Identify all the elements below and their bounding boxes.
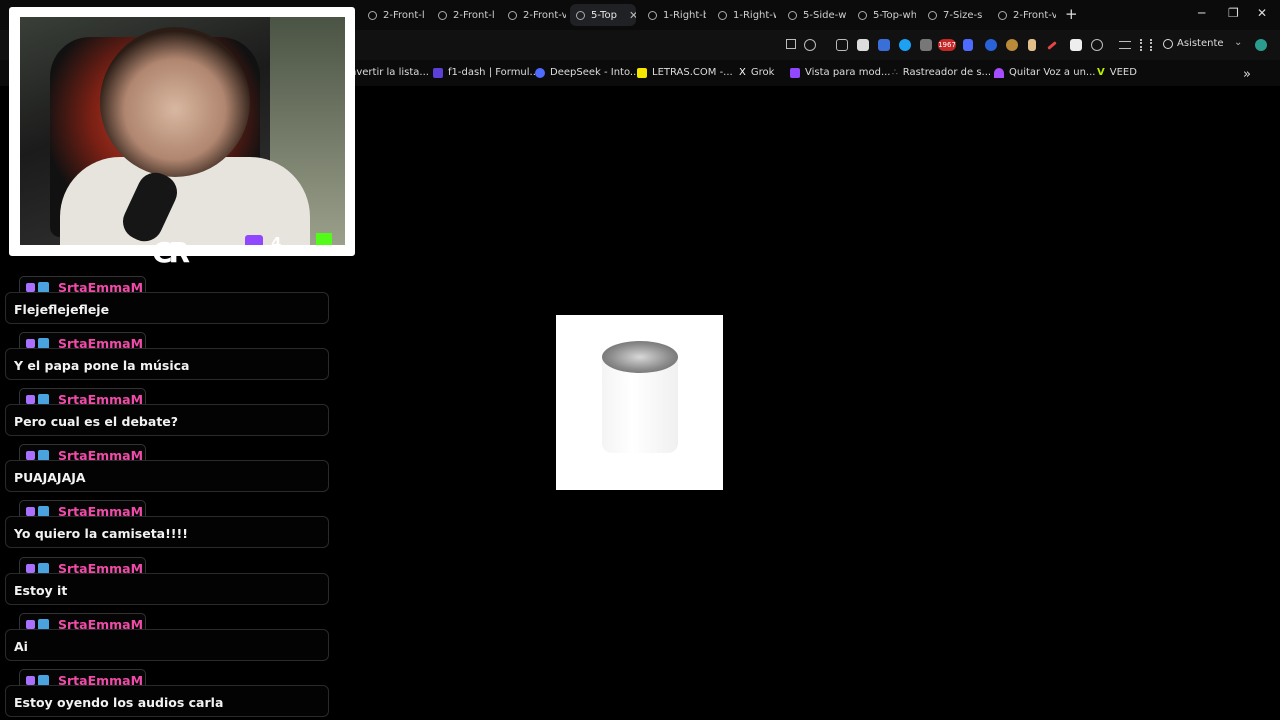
- twitch-badge-icon: [26, 338, 35, 348]
- subscriber-badge-icon: [38, 449, 49, 461]
- deepseek-icon: [535, 67, 545, 78]
- bookmark-item[interactable]: X Grok: [739, 67, 774, 78]
- browser-tab[interactable]: 2-Front-l: [432, 4, 496, 26]
- browser-tab[interactable]: 2-Front-v: [502, 4, 566, 26]
- assistant-icon: [1163, 38, 1173, 49]
- twitch-icon: [790, 67, 800, 78]
- browser-tab[interactable]: 2-Front-v: [992, 4, 1056, 26]
- chat-message-text: PUAJAJAJA: [5, 460, 329, 492]
- twitch-badge-icon: [26, 506, 35, 516]
- twitch-badge-icon: [26, 563, 35, 573]
- extensions-puzzle-icon[interactable]: [1091, 39, 1103, 51]
- twitch-badge-icon: [26, 282, 35, 292]
- globe-icon: [998, 10, 1007, 20]
- chevron-down-icon[interactable]: ⌄: [1234, 37, 1246, 49]
- audio-wave-icon[interactable]: [1140, 39, 1152, 51]
- subscriber-badge-icon: [38, 505, 49, 517]
- browser-tab[interactable]: 5-Side-w: [782, 4, 846, 26]
- chat-message-text: Y el papa pone la música: [5, 348, 329, 380]
- chat-message-text: Flejeflejefleje: [5, 292, 329, 324]
- twitch-icon: [245, 235, 263, 245]
- globe-icon: [438, 10, 447, 20]
- kick-icon: [316, 233, 332, 245]
- twitch-badge-icon: [26, 450, 35, 460]
- extension-icon[interactable]: [878, 39, 890, 51]
- browser-tab[interactable]: 1-Right-w: [712, 4, 776, 26]
- tumbler-lid: [602, 341, 678, 373]
- close-window-icon[interactable]: ✕: [1257, 6, 1267, 20]
- bookmarks-overflow-icon[interactable]: »: [1243, 67, 1251, 82]
- bookmark-item[interactable]: ∴ Rastreador de s...: [892, 67, 991, 78]
- subscriber-badge-icon: [38, 337, 49, 349]
- chat-message-text: Yo quiero la camiseta!!!!: [5, 516, 329, 548]
- twitch-badge-icon: [26, 394, 35, 404]
- dots-icon: ∴: [892, 67, 898, 78]
- letras-icon: [637, 67, 647, 78]
- bookmark-item[interactable]: Quitar Voz a un...: [994, 67, 1095, 78]
- globe-icon: [576, 10, 585, 20]
- extension-icon[interactable]: [985, 39, 997, 51]
- translate-icon[interactable]: [857, 39, 869, 51]
- twitch-badge-icon: [26, 619, 35, 629]
- star-bookmark-icon[interactable]: [786, 39, 796, 49]
- globe-icon: [788, 10, 797, 20]
- extension-icon[interactable]: [1028, 39, 1036, 51]
- browser-tab[interactable]: 5-Top-wh: [852, 4, 916, 26]
- browser-tab-active[interactable]: 5-Top ✕: [570, 4, 636, 26]
- subscriber-badge-icon: [38, 281, 49, 293]
- menu-lines-icon[interactable]: [1119, 41, 1131, 49]
- new-tab-plus-icon[interactable]: +: [1065, 5, 1078, 23]
- browser-tab[interactable]: 2-Front-l: [362, 4, 426, 26]
- bookmark-item[interactable]: V VEED: [1097, 67, 1137, 78]
- extension-icon[interactable]: [1070, 39, 1082, 51]
- product-image: [556, 315, 723, 490]
- assistant-button[interactable]: Asistente: [1163, 38, 1224, 49]
- globe-icon: [648, 10, 657, 20]
- minimize-icon[interactable]: ─: [1198, 6, 1205, 20]
- globe-icon: [368, 10, 377, 20]
- channel-logo: CR: [152, 236, 190, 269]
- x-icon: X: [739, 67, 746, 78]
- chat-message-text: Estoy it: [5, 573, 329, 605]
- twitch-badge-icon: [26, 675, 35, 685]
- chat-message-text: Pero cual es el debate?: [5, 404, 329, 436]
- veed-icon: V: [1097, 67, 1105, 78]
- bookmark-item[interactable]: nvertir la lista...: [350, 67, 429, 78]
- kick-viewer-count: 1: [344, 234, 345, 245]
- browser-tab[interactable]: 7-Size-s: [922, 4, 986, 26]
- browser-tab[interactable]: 1-Right-b: [642, 4, 706, 26]
- voice-icon: [994, 67, 1004, 78]
- chat-message-text: Estoy oyendo los audios carla: [5, 685, 329, 717]
- globe-icon: [928, 10, 937, 20]
- extension-icon[interactable]: [1006, 39, 1018, 51]
- profile-icon[interactable]: [1255, 39, 1267, 51]
- chat-message-text: Ai: [5, 629, 329, 661]
- bookmark-item[interactable]: LETRAS.COM -...: [637, 67, 733, 78]
- webcam-overlay: 4 1: [9, 7, 355, 256]
- subscriber-badge-icon: [38, 562, 49, 574]
- subscriber-badge-icon: [38, 618, 49, 630]
- f1-icon: [433, 67, 443, 78]
- bookmark-item[interactable]: DeepSeek - Into...: [535, 67, 639, 78]
- bookmark-item[interactable]: Vista para mod...: [790, 67, 890, 78]
- subscriber-badge-icon: [38, 674, 49, 686]
- globe-icon: [718, 10, 727, 20]
- link-icon[interactable]: [804, 39, 816, 51]
- extension-icon[interactable]: [920, 39, 932, 51]
- extension-icon[interactable]: [899, 39, 911, 51]
- webcam-video: 4 1: [20, 17, 345, 245]
- badge-extension-icon[interactable]: 1967: [938, 39, 956, 51]
- twitch-viewer-count: 4: [271, 234, 282, 245]
- close-tab-icon[interactable]: ✕: [629, 9, 636, 22]
- globe-icon: [508, 10, 517, 20]
- restore-icon[interactable]: ❐: [1228, 6, 1239, 20]
- search-page-icon[interactable]: [836, 39, 848, 51]
- globe-icon: [858, 10, 867, 20]
- wave-extension-icon[interactable]: [963, 39, 973, 51]
- subscriber-badge-icon: [38, 393, 49, 405]
- streamer-face: [100, 27, 250, 177]
- bookmark-item[interactable]: f1-dash | Formul...: [433, 67, 539, 78]
